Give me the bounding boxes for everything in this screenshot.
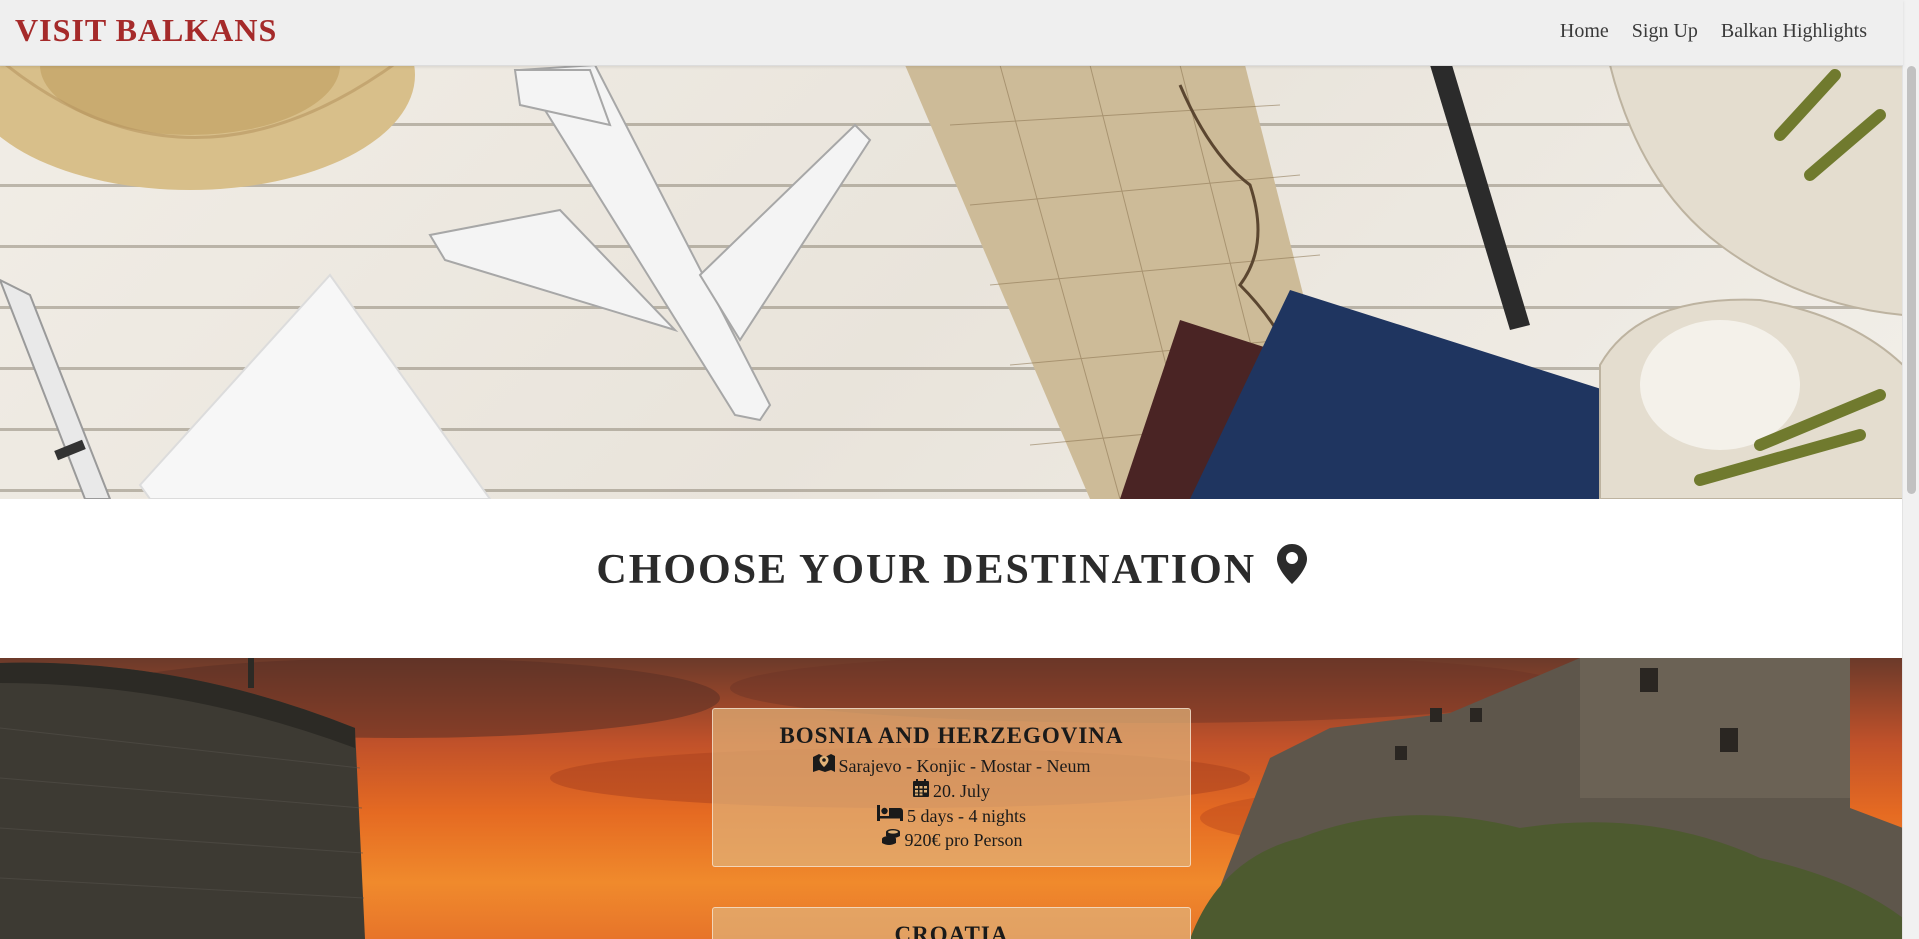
choose-destination-heading: CHOOSE YOUR DESTINATION — [0, 543, 1903, 599]
nav-link-balkan-highlights[interactable]: Balkan Highlights — [1721, 20, 1867, 43]
bed-icon — [877, 804, 903, 827]
destination-duration: 5 days - 4 nights — [713, 805, 1190, 829]
page-scrollbar[interactable] — [1902, 0, 1919, 939]
destination-route: Sarajevo - Konjic - Mostar - Neum — [713, 753, 1190, 780]
destination-price-text: 920€ pro Person — [904, 830, 1023, 851]
destination-date-text: 20. July — [932, 780, 990, 801]
destinations-section: BOSNIA AND HERZEGOVINA Sarajevo - Konjic… — [0, 658, 1903, 939]
brand-logo-link[interactable]: VISIT BALKANS — [15, 12, 277, 49]
destination-card-bosnia[interactable]: BOSNIA AND HERZEGOVINA Sarajevo - Konjic… — [712, 708, 1191, 867]
destination-route-text: Sarajevo - Konjic - Mostar - Neum — [838, 756, 1091, 776]
hero-travel-flatlay-illustration — [0, 65, 1903, 499]
destination-date: 20. July — [713, 778, 1190, 805]
coins-icon — [881, 828, 901, 852]
nav-link-home[interactable]: Home — [1560, 20, 1609, 43]
destination-price: 920€ pro Person — [713, 829, 1190, 854]
top-navbar: VISIT BALKANS Home Sign Up Balkan Highli… — [0, 0, 1903, 66]
choose-destination-heading-text: CHOOSE YOUR DESTINATION — [596, 547, 1257, 593]
hero-image — [0, 65, 1903, 499]
map-icon — [812, 753, 835, 778]
nav-links: Home Sign Up Balkan Highlights — [1537, 20, 1867, 43]
map-marker-icon — [1276, 543, 1307, 595]
calendar-icon — [912, 778, 929, 803]
scrollbar-thumb[interactable] — [1907, 66, 1916, 494]
destination-card-croatia[interactable]: CROATIA — [712, 907, 1191, 939]
destination-title: BOSNIA AND HERZEGOVINA — [779, 723, 1124, 748]
destination-title: CROATIA — [894, 922, 1009, 939]
destination-duration-text: 5 days - 4 nights — [907, 805, 1026, 826]
nav-link-sign-up[interactable]: Sign Up — [1632, 20, 1698, 43]
